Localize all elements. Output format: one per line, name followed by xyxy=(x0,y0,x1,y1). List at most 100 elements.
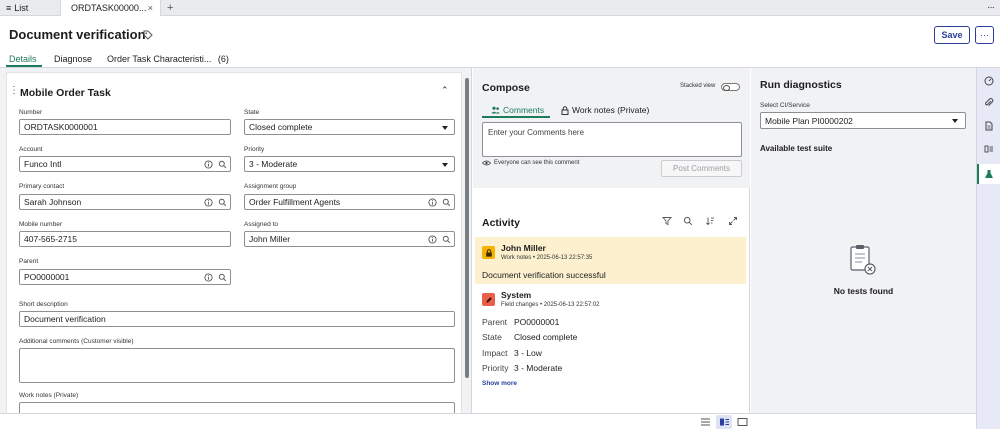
hamburger-icon: ≡ xyxy=(6,3,12,13)
record-header: Document verification Save ··· xyxy=(0,16,1000,50)
search-icon[interactable] xyxy=(442,235,451,244)
priority-label: Priority xyxy=(244,146,265,153)
drag-handle-icon[interactable]: ⋮ xyxy=(9,85,19,96)
change-key: Parent xyxy=(482,317,508,327)
post-comments-button[interactable]: Post Comments xyxy=(661,160,742,177)
change-value: Closed complete xyxy=(514,332,578,342)
no-tests-message: No tests found xyxy=(833,286,894,296)
search-icon[interactable] xyxy=(218,273,227,282)
info-icon[interactable] xyxy=(204,273,213,282)
record-tab[interactable]: ORDTASK00000... × xyxy=(60,0,161,16)
primary-contact-field[interactable]: Sarah Johnson xyxy=(19,194,231,210)
comment-input[interactable]: Enter your Comments here xyxy=(482,122,742,157)
number-value: ORDTASK0000001 xyxy=(24,122,98,132)
tab-comments[interactable]: Comments xyxy=(491,105,544,115)
activity-text: Document verification successful xyxy=(482,270,606,280)
diagnostics-panel: Run diagnostics Select CI/Service Mobile… xyxy=(751,68,976,413)
mobile-number-value: 407-565-2715 xyxy=(24,234,77,244)
list-view-icon[interactable] xyxy=(700,417,711,427)
new-tab-icon[interactable]: + xyxy=(167,0,173,16)
mobile-number-field[interactable]: 407-565-2715 xyxy=(19,231,231,247)
assigned-to-field[interactable]: John Miller xyxy=(244,231,455,247)
document-icon[interactable] xyxy=(984,121,994,131)
priority-value: 3 - Moderate xyxy=(249,159,298,169)
layout-toolbar xyxy=(0,413,976,429)
assigned-to-value: John Miller xyxy=(249,234,291,244)
split-view-icon[interactable] xyxy=(719,417,730,427)
activity-author: John Miller xyxy=(501,243,546,253)
tag-icon[interactable] xyxy=(143,30,153,40)
additional-comments-textarea[interactable] xyxy=(19,348,455,383)
filter-icon[interactable] xyxy=(662,216,672,226)
tab-details[interactable]: Details xyxy=(9,54,37,64)
mobile-order-task-section: ⋮ Mobile Order Task ⌃ Number ORDTASK0000… xyxy=(6,72,462,422)
more-actions-button[interactable]: ··· xyxy=(975,26,994,44)
stacked-view-toggle[interactable] xyxy=(721,83,740,91)
short-description-value: Document verification xyxy=(24,314,106,324)
state-select[interactable]: Closed complete xyxy=(244,119,455,135)
work-notes-label: Work notes (Private) xyxy=(19,392,79,399)
dashboard-icon[interactable] xyxy=(984,76,994,86)
account-label: Account xyxy=(19,146,43,153)
mobile-number-label: Mobile number xyxy=(19,221,62,228)
state-label: State xyxy=(244,109,260,116)
primary-contact-value: Sarah Johnson xyxy=(24,197,82,207)
info-icon[interactable] xyxy=(204,160,213,169)
single-view-icon[interactable] xyxy=(737,417,748,427)
account-value: Funco Intl xyxy=(24,159,62,169)
search-icon[interactable] xyxy=(442,198,451,207)
number-field[interactable]: ORDTASK0000001 xyxy=(19,119,231,135)
form-scrollbar[interactable] xyxy=(465,78,469,378)
search-icon[interactable] xyxy=(218,160,227,169)
info-icon[interactable] xyxy=(428,235,437,244)
parent-field[interactable]: PO0000001 xyxy=(19,269,231,285)
close-tab-icon[interactable]: × xyxy=(148,3,153,13)
short-description-field[interactable]: Document verification xyxy=(19,311,455,327)
side-rail xyxy=(976,68,1000,429)
search-icon[interactable] xyxy=(683,216,693,226)
form-tabs: Details Diagnose Order Task Characterist… xyxy=(0,50,1000,68)
strip-more-icon[interactable]: ··· xyxy=(987,2,995,13)
priority-select[interactable]: 3 - Moderate xyxy=(244,156,455,172)
account-field[interactable]: Funco Intl xyxy=(19,156,231,172)
save-button[interactable]: Save xyxy=(934,26,970,44)
list-detail-icon[interactable] xyxy=(984,144,994,154)
activity-meta: Field changes • 2025-06-13 22:57:02 xyxy=(501,302,600,308)
tab-characteristics-label: Order Task Characteristi... xyxy=(107,54,212,64)
tab-characteristics-count: (6) xyxy=(217,54,229,64)
test-suite-label: Available test suite xyxy=(760,144,833,153)
lock-icon xyxy=(561,105,569,115)
collapse-chevron-icon[interactable]: ⌃ xyxy=(441,85,449,96)
tab-work-notes-label: Work notes (Private) xyxy=(572,105,650,115)
expand-icon[interactable] xyxy=(728,216,738,226)
sort-icon[interactable] xyxy=(705,216,715,226)
assigned-to-label: Assigned to xyxy=(244,221,278,228)
change-value: 3 - Low xyxy=(514,348,542,358)
assignment-group-label: Assignment group xyxy=(244,183,297,190)
clipboard-icon xyxy=(850,245,876,275)
ci-service-select[interactable]: Mobile Plan PI0000202 xyxy=(760,112,966,129)
tab-characteristics[interactable]: Order Task Characteristi... (6) xyxy=(107,54,229,64)
assignment-group-field[interactable]: Order Fulfillment Agents xyxy=(244,194,455,210)
info-icon[interactable] xyxy=(204,198,213,207)
activity-author: System xyxy=(501,290,532,300)
tab-work-notes[interactable]: Work notes (Private) xyxy=(561,105,649,115)
assignment-group-value: Order Fulfillment Agents xyxy=(249,197,341,207)
short-description-label: Short description xyxy=(19,301,68,308)
browser-tab-strip: ≡ List ORDTASK00000... × + ··· xyxy=(0,0,1000,16)
people-icon xyxy=(491,106,500,114)
diagnostics-title: Run diagnostics xyxy=(760,79,842,91)
visibility-note: Everyone can see this comment xyxy=(482,160,579,166)
attachment-icon[interactable] xyxy=(984,98,994,108)
info-icon[interactable] xyxy=(428,198,437,207)
list-tab[interactable]: ≡ List xyxy=(6,0,28,16)
visibility-note-text: Everyone can see this comment xyxy=(494,160,580,166)
tab-diagnose[interactable]: Diagnose xyxy=(54,54,92,64)
active-compose-tab-indicator xyxy=(482,116,550,118)
show-more-link[interactable]: Show more xyxy=(482,380,517,387)
primary-contact-label: Primary contact xyxy=(19,183,65,190)
form-panel: ⋮ Mobile Order Task ⌃ Number ORDTASK0000… xyxy=(0,68,472,422)
change-value: 3 - Moderate xyxy=(514,363,563,373)
search-icon[interactable] xyxy=(218,198,227,207)
diagnostics-icon[interactable] xyxy=(984,169,994,179)
